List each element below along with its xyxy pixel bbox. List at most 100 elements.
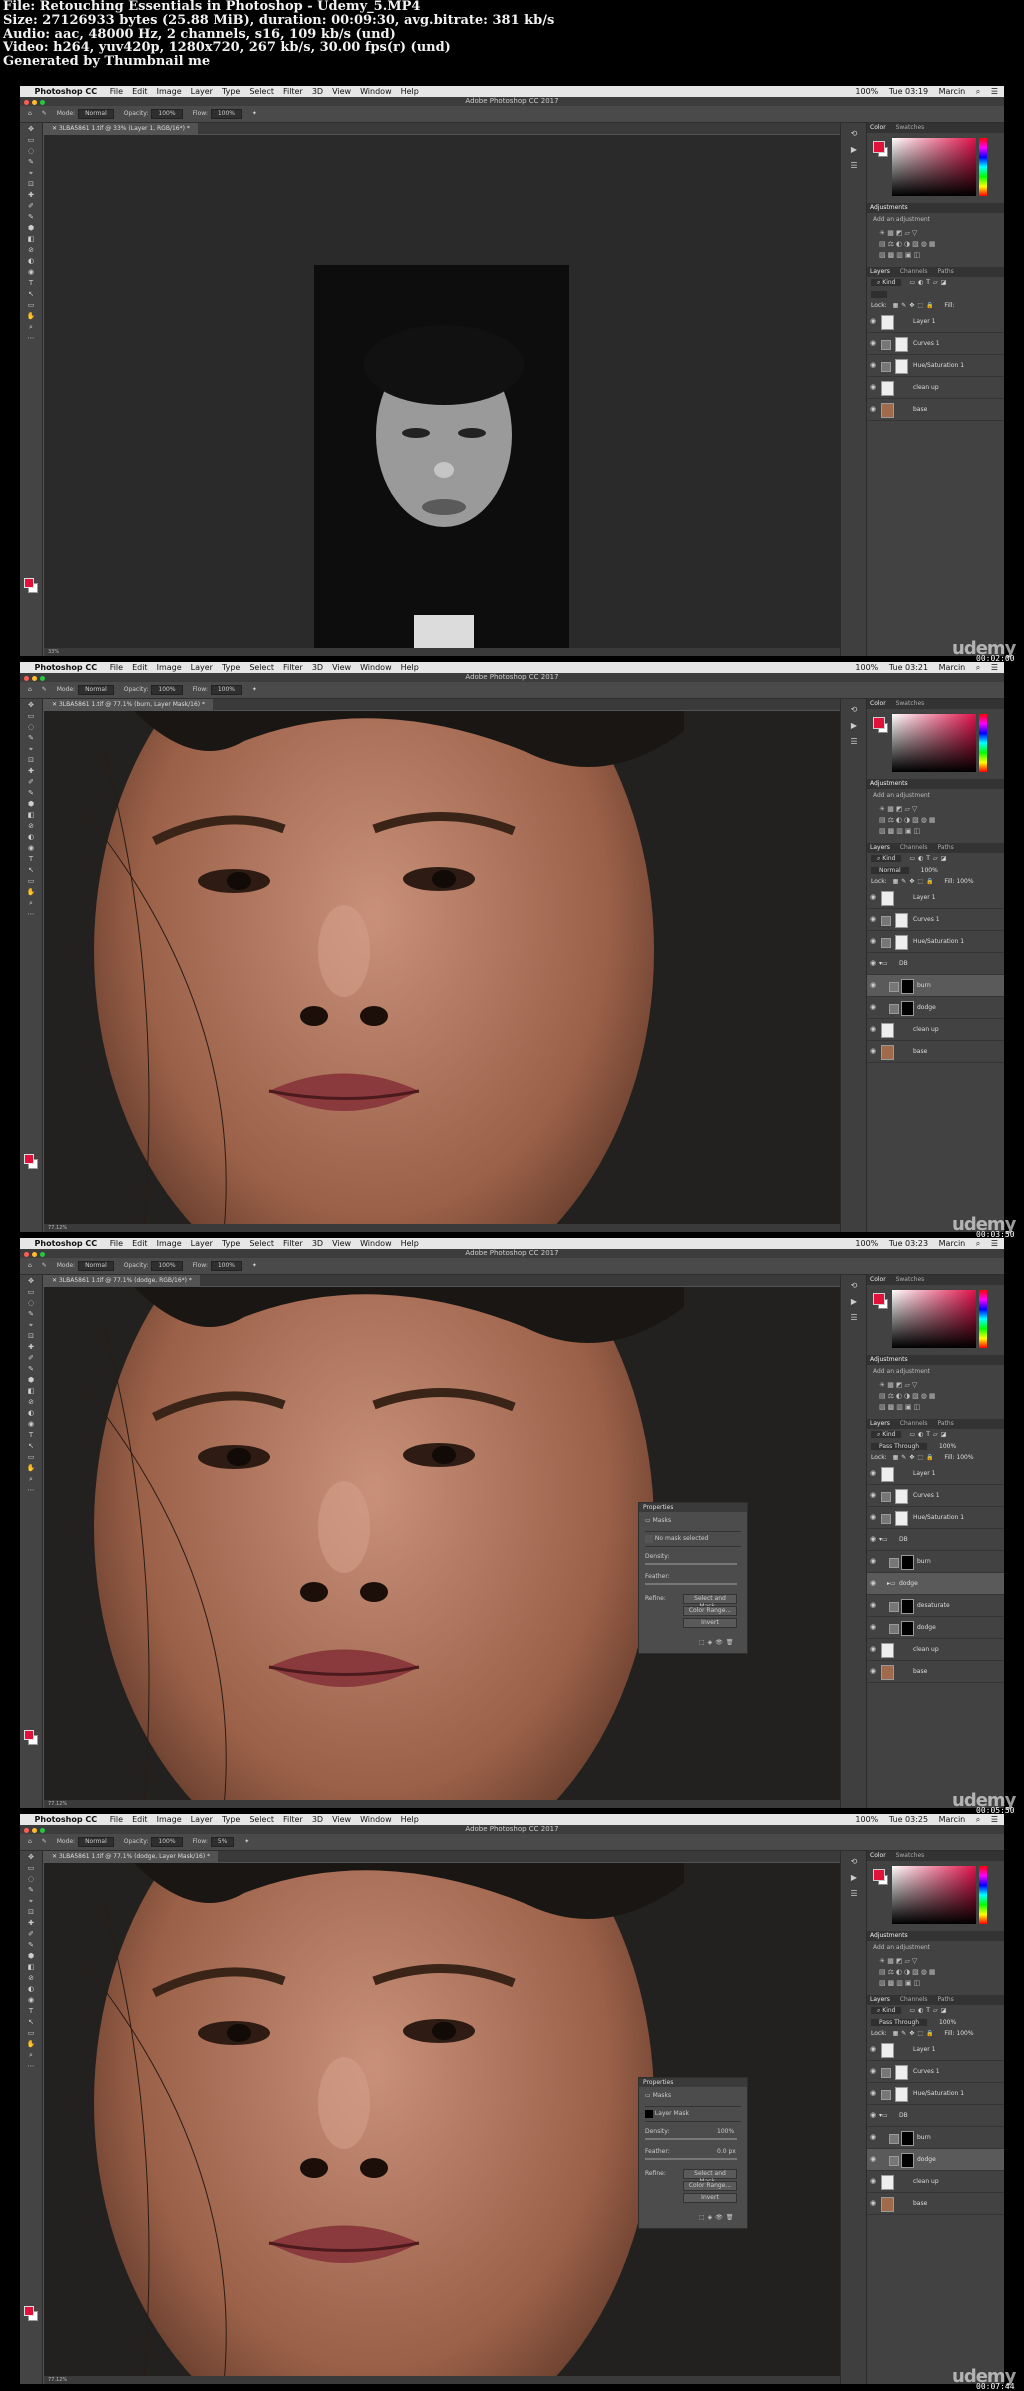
tool-icon[interactable]: ✥	[25, 701, 37, 710]
menu-item[interactable]: 3D	[312, 1815, 323, 1824]
tab-color[interactable]: Color	[870, 1852, 886, 1859]
tool-icon[interactable]: ✚	[25, 767, 37, 776]
color-picker[interactable]	[867, 1861, 1004, 1931]
tool-icon[interactable]: ↖	[25, 290, 37, 299]
airbrush-icon[interactable]: ✦	[252, 110, 257, 117]
layer-row[interactable]: ◉ Curves 1	[867, 333, 1004, 355]
tool-icon[interactable]: ↖	[25, 2018, 37, 2027]
blend-mode-select[interactable]: Normal	[871, 867, 909, 874]
tool-icon[interactable]: ✚	[25, 1343, 37, 1352]
tool-icon[interactable]: ↖	[25, 1442, 37, 1451]
menu-item[interactable]: View	[332, 1815, 351, 1824]
tool-icon[interactable]: ⌖	[25, 1897, 37, 1906]
menu-item[interactable]: Window	[360, 1239, 392, 1248]
adjustment-icons-row[interactable]: ☀▦◩▱▽	[879, 1381, 1004, 1389]
menu-item[interactable]: Type	[222, 1239, 240, 1248]
mask-selector[interactable]: No mask selected	[645, 1531, 741, 1547]
menu-item[interactable]: Select	[249, 663, 274, 672]
user-name[interactable]: Marcin	[939, 1239, 966, 1248]
tool-icon[interactable]: ⋯	[25, 334, 37, 343]
eye-icon[interactable]: ◉	[870, 377, 876, 398]
maximize-icon[interactable]	[40, 100, 45, 105]
tool-icon[interactable]: ⋯	[25, 910, 37, 919]
mode-select[interactable]: Normal	[78, 1837, 114, 1847]
maximize-icon[interactable]	[40, 1828, 45, 1833]
tool-icon[interactable]: ✎	[25, 1886, 37, 1895]
layer-row[interactable]: ◉ desaturate	[867, 1595, 1004, 1617]
filter-icons[interactable]: ▭◐T▱◪	[909, 1431, 949, 1438]
history-icon[interactable]: ⟲	[849, 705, 859, 715]
menu-item[interactable]: Filter	[283, 87, 303, 96]
blend-mode-select[interactable]	[871, 291, 887, 298]
adjustment-icons-row[interactable]: ▤⚖◐◑▧◍▦	[879, 816, 1004, 824]
eye-icon[interactable]: ◉	[870, 1529, 876, 1550]
history-icon[interactable]: ⟲	[849, 1281, 859, 1291]
app-menu[interactable]: Photoshop CC	[35, 663, 98, 672]
feather-slider[interactable]	[645, 2158, 737, 2160]
menu-item[interactable]: Help	[401, 663, 419, 672]
tab-layers[interactable]: Layers	[870, 268, 890, 275]
tool-icon[interactable]: ▭	[25, 1453, 37, 1462]
foreground-color-swatch[interactable]	[873, 141, 885, 153]
tool-icon[interactable]: ◐	[25, 833, 37, 842]
menu-item[interactable]: Select	[249, 87, 274, 96]
list-icon[interactable]: ☰	[991, 1239, 998, 1248]
search-icon[interactable]: ⌕	[976, 87, 980, 96]
tool-icon[interactable]: ◌	[25, 723, 37, 732]
tool-icon[interactable]: ⬢	[25, 224, 37, 233]
tool-icon[interactable]: ✎	[25, 1941, 37, 1950]
tool-icon[interactable]: ⌕	[25, 323, 37, 332]
layer-row[interactable]: ◉ Layer 1	[867, 2039, 1004, 2061]
tool-icon[interactable]: ✐	[25, 1930, 37, 1939]
layer-row[interactable]: ◉ Layer 1	[867, 887, 1004, 909]
tool-icon[interactable]: T	[25, 855, 37, 864]
layer-opacity-value[interactable]: 100%	[939, 1443, 956, 1450]
tool-icon[interactable]: ⬢	[25, 1376, 37, 1385]
menu-item[interactable]: Filter	[283, 1815, 303, 1824]
tab-channels[interactable]: Channels	[900, 1996, 928, 2003]
eye-icon[interactable]: ◉	[870, 931, 876, 952]
menu-item[interactable]: Edit	[132, 663, 148, 672]
tool-icon[interactable]: ◧	[25, 1963, 37, 1972]
menu-item[interactable]: 3D	[312, 87, 323, 96]
close-icon[interactable]: ✕	[52, 125, 59, 132]
layer-row[interactable]: ◉ burn	[867, 975, 1004, 997]
tool-icon[interactable]: ▭	[25, 712, 37, 721]
fill-value[interactable]: 100%	[956, 1454, 973, 1461]
saturation-field[interactable]	[892, 714, 976, 772]
menu-item[interactable]: File	[110, 1239, 123, 1248]
menu-item[interactable]: Window	[360, 663, 392, 672]
invert-button[interactable]: Invert	[683, 1618, 737, 1628]
tab-swatches[interactable]: Swatches	[896, 124, 925, 131]
minimize-icon[interactable]	[32, 1252, 37, 1257]
tool-icon[interactable]: ⌖	[25, 1321, 37, 1330]
eye-icon[interactable]: ◉	[870, 1573, 876, 1594]
tab-color[interactable]: Color	[870, 700, 886, 707]
mask-selector[interactable]: Layer Mask	[645, 2106, 741, 2122]
document-tab[interactable]: ✕ 3LBA5861 1.tif @ 77.1% (dodge, Layer M…	[44, 1851, 219, 1862]
hue-slider[interactable]	[979, 1290, 987, 1348]
foreground-color-swatch[interactable]	[24, 1154, 34, 1164]
tool-icon[interactable]: ↖	[25, 866, 37, 875]
menu-item[interactable]: Layer	[191, 1239, 213, 1248]
close-icon[interactable]: ✕	[52, 1853, 59, 1860]
properties-icon[interactable]: ☰	[849, 1313, 859, 1323]
tab-color[interactable]: Color	[870, 124, 886, 131]
color-picker[interactable]	[867, 133, 1004, 203]
tool-icon[interactable]: ✋	[25, 1464, 37, 1473]
adjustment-icons-row[interactable]: ☀▦◩▱▽	[879, 805, 1004, 813]
menu-item[interactable]: Edit	[132, 1239, 148, 1248]
flow-field[interactable]: 5%	[210, 1837, 235, 1847]
layer-row[interactable]: ◉ Curves 1	[867, 909, 1004, 931]
menu-item[interactable]: File	[110, 663, 123, 672]
tool-icon[interactable]: ✥	[25, 1277, 37, 1286]
color-range-button[interactable]: Color Range...	[683, 2181, 737, 2191]
layer-row[interactable]: ◉ Layer 1	[867, 311, 1004, 333]
airbrush-icon[interactable]: ✦	[244, 1838, 249, 1845]
kind-filter[interactable]: ⌕ Kind	[871, 855, 902, 862]
document-tab[interactable]: ✕ 3LBA5861 1.tif @ 77.1% (dodge, RGB/16*…	[44, 1275, 200, 1286]
density-slider[interactable]	[645, 2138, 737, 2140]
play-icon[interactable]: ▶	[849, 145, 859, 155]
tab-layers[interactable]: Layers	[870, 1996, 890, 2003]
menu-item[interactable]: Type	[222, 1815, 240, 1824]
